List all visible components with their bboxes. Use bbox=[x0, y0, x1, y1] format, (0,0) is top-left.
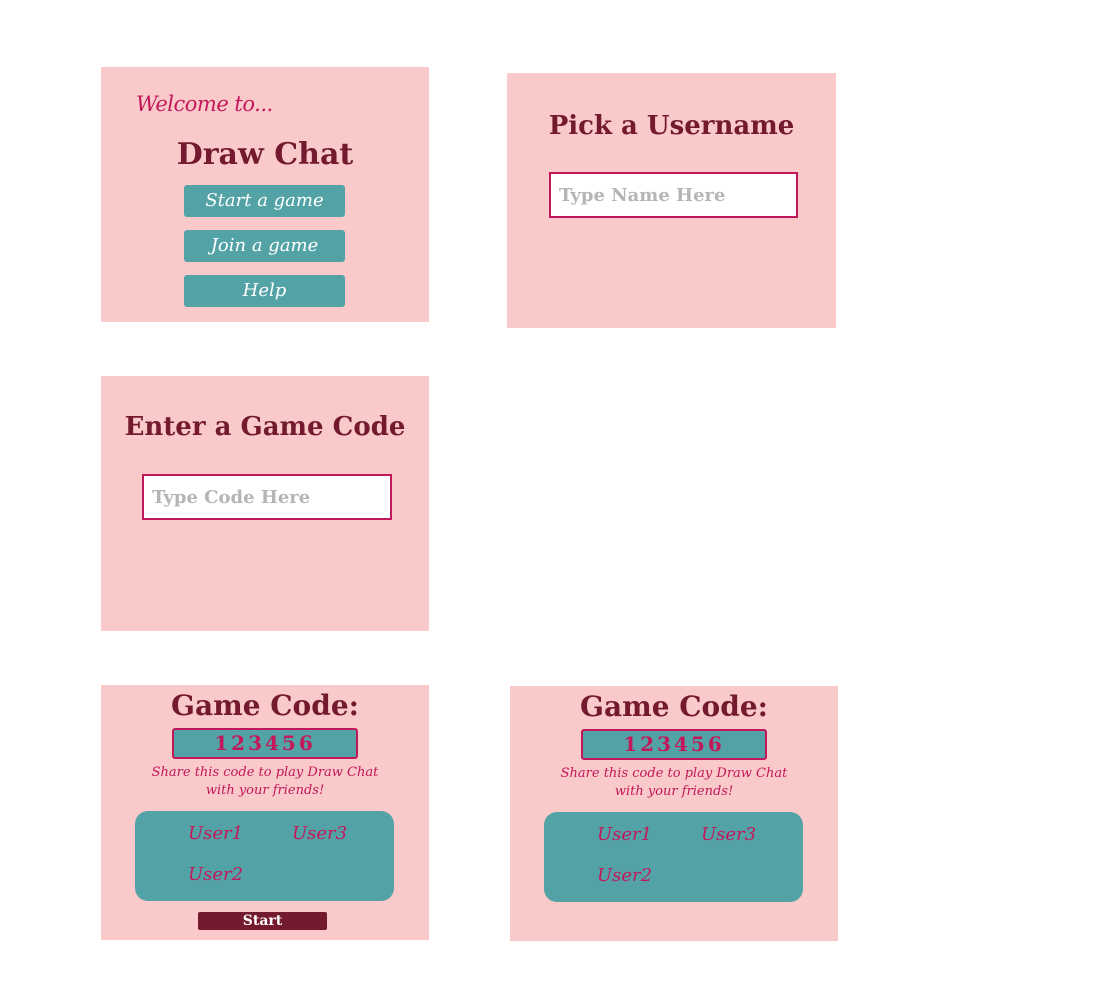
share-message-line: Share this code to play Draw Chat bbox=[151, 765, 379, 780]
game-code-title: Game Code: bbox=[171, 689, 359, 722]
join-code-screen: Enter a Game Code bbox=[101, 376, 429, 631]
username-input[interactable] bbox=[549, 172, 798, 218]
share-message: Share this code to play Draw Chat with y… bbox=[550, 765, 798, 801]
game-code-title: Game Code: bbox=[580, 690, 768, 723]
username-heading: Pick a Username bbox=[548, 111, 795, 141]
welcome-screen: Welcome to... Draw Chat Start a game Joi… bbox=[101, 67, 429, 322]
game-code-input[interactable] bbox=[142, 474, 392, 520]
join-game-button[interactable]: Join a game bbox=[184, 230, 345, 262]
user-name: User3 bbox=[292, 823, 348, 844]
game-code-heading: Enter a Game Code bbox=[124, 412, 406, 442]
user-name: User3 bbox=[701, 824, 757, 845]
share-message-line: Share this code to play Draw Chat bbox=[560, 766, 788, 781]
lobby-guest-screen: Game Code: 123456 Share this code to pla… bbox=[510, 686, 838, 941]
share-message-line: with your friends! bbox=[205, 783, 325, 798]
user-list: User1 User3 User2 bbox=[544, 812, 803, 902]
app-title: Draw Chat bbox=[176, 137, 354, 172]
user-name: User1 bbox=[597, 824, 653, 845]
user-name: User2 bbox=[188, 864, 244, 885]
lobby-host-screen: Game Code: 123456 Share this code to pla… bbox=[101, 685, 429, 940]
game-code-display: 123456 bbox=[581, 729, 767, 760]
share-message-line: with your friends! bbox=[614, 784, 734, 799]
welcome-text: Welcome to... bbox=[136, 92, 273, 116]
share-message: Share this code to play Draw Chat with y… bbox=[141, 764, 389, 800]
help-button[interactable]: Help bbox=[184, 275, 345, 307]
user-list: User1 User3 User2 bbox=[135, 811, 394, 901]
username-screen: Pick a Username bbox=[507, 73, 836, 328]
game-code-display: 123456 bbox=[172, 728, 358, 759]
start-game-button[interactable]: Start a game bbox=[184, 185, 345, 217]
user-name: User1 bbox=[188, 823, 244, 844]
user-name: User2 bbox=[597, 865, 653, 886]
start-button[interactable]: Start bbox=[198, 912, 327, 930]
